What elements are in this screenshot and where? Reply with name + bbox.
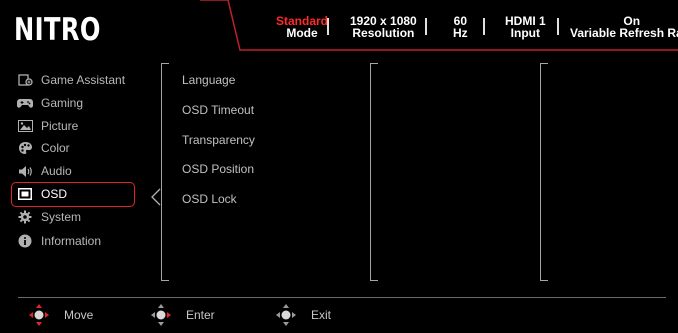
menu-item-label: Gaming (41, 96, 84, 110)
palette-icon (17, 140, 33, 156)
submenu-item-osd-position[interactable]: OSD Position (182, 162, 254, 176)
status-separator (327, 18, 329, 35)
menu-item-label: Picture (41, 119, 79, 133)
value-bracket (370, 63, 378, 281)
nav-hint-label: Exit (311, 308, 332, 322)
nav-hint-enter: Enter (150, 303, 215, 327)
joystick-enter-icon (151, 304, 171, 326)
menu-item-label: Color (41, 141, 70, 155)
mode-status: Standard Mode (276, 15, 328, 39)
footer-divider (18, 297, 666, 298)
mode-label: Mode (286, 26, 318, 40)
joystick-exit-icon (276, 304, 296, 326)
gear-icon (17, 209, 33, 225)
picture-icon (17, 118, 33, 134)
submenu-item-transparency[interactable]: Transparency (182, 133, 255, 147)
status-separator (557, 18, 559, 35)
vrr-label: Variable Refresh Rate (570, 26, 678, 40)
menu-item-label: Audio (41, 164, 72, 178)
menu-item-color[interactable]: Color (17, 137, 70, 159)
option-bracket (540, 63, 548, 281)
input-label: Input (510, 26, 540, 40)
nav-hint-label: Move (64, 308, 94, 322)
submenu-bracket (161, 63, 169, 281)
menu-item-label: OSD (41, 187, 68, 201)
submenu-item-osd-timeout[interactable]: OSD Timeout (182, 103, 254, 117)
refresh-status: 60 Hz (453, 15, 468, 39)
menu-item-information[interactable]: Information (17, 230, 101, 252)
nav-hint-move: Move (28, 303, 93, 327)
submenu-item-osd-lock[interactable]: OSD Lock (182, 192, 237, 206)
menu-item-system[interactable]: System (17, 206, 81, 228)
menu-item-osd[interactable]: OSD (17, 183, 67, 205)
menu-item-gaming[interactable]: Gaming (17, 92, 83, 114)
menu-item-label: System (41, 210, 82, 224)
refresh-label: Hz (453, 26, 468, 40)
menu-item-game-assistant[interactable]: Game Assistant (17, 69, 125, 91)
status-separator (425, 18, 427, 35)
menu-item-label: Game Assistant (41, 73, 126, 87)
info-icon (17, 233, 33, 249)
input-status: HDMI 1 Input (505, 15, 546, 39)
submenu-item-language[interactable]: Language (182, 73, 235, 87)
nav-hint-exit: Exit (275, 303, 331, 327)
speaker-icon (17, 163, 33, 179)
gamepad-icon (17, 95, 33, 111)
menu-item-audio[interactable]: Audio (17, 160, 72, 182)
joystick-move-icon (29, 304, 49, 326)
nav-hint-label: Enter (186, 308, 215, 322)
resolution-label: Resolution (352, 26, 415, 40)
menu-item-picture[interactable]: Picture (17, 115, 78, 137)
status-separator (483, 18, 485, 35)
menu-item-label: Information (41, 234, 102, 248)
game-assistant-icon (17, 72, 33, 88)
vrr-status: On Variable Refresh Rate (570, 15, 678, 39)
resolution-status: 1920 x 1080 Resolution (350, 15, 417, 39)
osd-icon (17, 186, 33, 202)
